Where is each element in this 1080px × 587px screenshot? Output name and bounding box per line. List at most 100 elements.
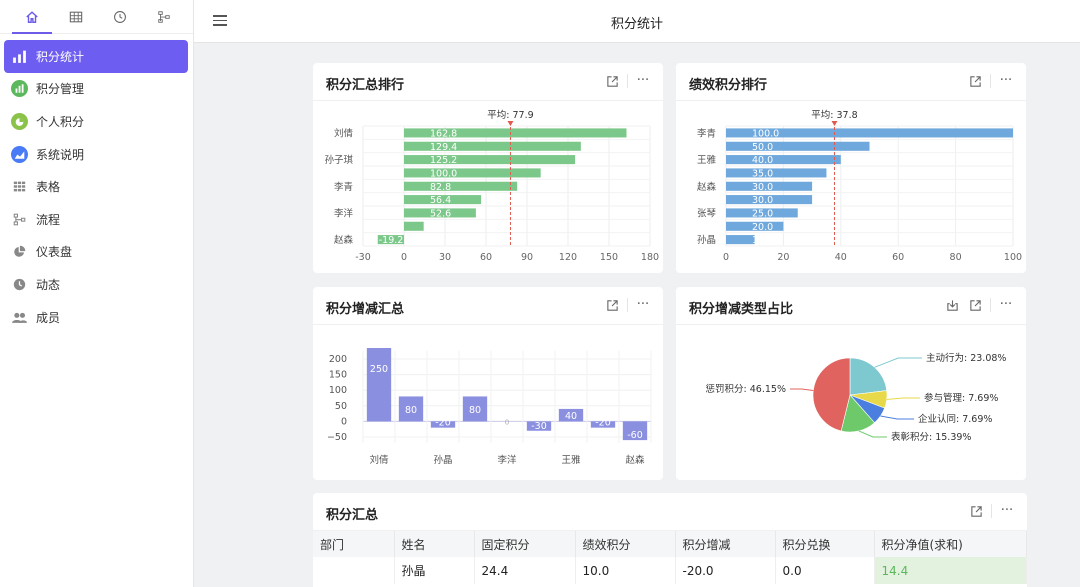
x-tick-label: 90 [521,252,533,263]
table-row[interactable]: 孙晶 24.4 10.0 -20.0 0.0 14.4 [313,557,1027,584]
y-tick-label: 150 [329,370,347,381]
pie-icon [11,243,28,260]
x-tick-label: 120 [559,252,577,263]
card-header: 积分增减类型占比 ··· [676,287,1026,325]
x-tick-label: 180 [641,252,659,263]
divider [991,504,992,518]
more-options-button[interactable]: ··· [999,503,1015,519]
sidebar-item-label: 动态 [36,277,61,292]
table-cell: -20.0 [675,557,776,584]
bar [366,348,392,422]
card-title: 积分汇总 [326,508,379,523]
sidebar-item-process[interactable]: 流程 [4,203,188,236]
sidebar-item-table[interactable]: 表格 [4,170,188,203]
tab-table[interactable] [54,0,98,34]
divider [627,298,628,312]
bar-value-label: 30.0 [752,195,773,206]
download-button[interactable] [944,297,960,313]
table-cell: 孙晶 [394,557,475,584]
x-tick-label: 30 [439,252,451,263]
pie-label-line [790,388,814,392]
bar-value-label: 80 [469,405,481,416]
more-options-button[interactable]: ··· [635,73,651,89]
sidebar-item-system-guide[interactable]: 系统说明 [4,138,188,171]
y-category-label: 王雅 [697,154,717,166]
external-link-icon [969,75,981,87]
divider [627,74,628,88]
y-tick-label: 100 [329,385,347,396]
open-external-button[interactable] [967,73,983,89]
bar-value-label: 250 [370,364,388,375]
x-tick-label: 150 [600,252,618,263]
bar-value-label: 35.0 [752,168,773,179]
y-category-label: 张琴 [697,208,717,219]
column-header[interactable]: 积分增减 [675,531,776,557]
column-header[interactable]: 积分净值(求和) [874,531,1027,557]
external-link-icon [606,75,618,87]
pie-slice [849,357,888,396]
column-header[interactable]: 部门 [313,531,395,557]
sidebar-item-members[interactable]: 成员 [4,301,188,334]
more-options-button[interactable]: ··· [635,297,651,313]
pie-label-line [880,415,914,420]
x-tick-label: 100 [1004,252,1022,263]
performance-card: 绩效积分排行 ··· 0 20 40 60 80 100 100.0 李青 50.0 40.0 王雅… [676,63,1026,273]
column-header[interactable]: 姓名 [394,531,475,557]
bar-value-label: -60 [627,430,643,441]
pie-circle-icon [11,112,28,130]
bar-value-label: 14.4 [430,222,451,233]
open-external-button[interactable] [968,503,984,519]
sidebar-item-activity[interactable]: 动态 [4,268,188,301]
card-title: 积分增减汇总 [326,302,405,317]
more-options-button[interactable]: ··· [998,297,1014,313]
bar-value-label: 40 [565,411,577,422]
bar [404,168,541,178]
card-header: 绩效积分排行 ··· [676,63,1026,101]
open-external-button[interactable] [967,297,983,313]
clock-icon [114,10,126,23]
y-tick-label: −50 [327,432,347,443]
column-header[interactable]: 固定积分 [474,531,576,557]
bar [404,221,424,231]
average-marker [507,121,514,126]
grid-icon [11,178,28,195]
external-link-icon [969,299,981,311]
more-options-button[interactable]: ··· [998,73,1014,89]
table-cell [313,557,395,584]
open-external-button[interactable] [604,73,620,89]
sidebar-item-points-manage[interactable]: 积分管理 [4,73,188,106]
clock-icon [11,276,28,293]
pie-label-line [886,397,920,400]
x-category-label: 王雅 [561,454,581,466]
page-title: 积分统计 [610,17,663,32]
sidebar-tabs [0,0,193,34]
type-share-card: 积分增减类型占比 ··· 主动行为: 23.08% 参与管理: 7.69% 企业认同… [676,287,1026,480]
area-chart-icon [11,145,28,163]
card-tools: ··· [597,73,651,89]
bar [726,168,827,178]
tab-home[interactable] [10,0,54,34]
open-external-button[interactable] [604,297,620,313]
table-cell: 10.0 [575,557,676,584]
download-icon [946,299,958,311]
sidebar-item-points-stats[interactable]: 积分统计 [4,40,188,73]
card-tools: ··· [960,73,1014,89]
y-tick-label: 200 [329,354,347,365]
column-header[interactable]: 绩效积分 [575,531,676,557]
average-marker [831,121,838,126]
sidebar-item-personal-points[interactable]: 个人积分 [4,105,188,138]
x-category-label: 赵森 [625,454,645,466]
y-category-label: 孙子琪 [324,154,353,166]
bar [726,141,870,151]
top-header: 积分统计 [194,0,1080,43]
tab-flow[interactable] [142,0,186,34]
tab-clock[interactable] [98,0,142,34]
bar-value-label: 30.0 [752,182,773,193]
divider [990,74,991,88]
x-tick-label: 0 [401,252,407,263]
sidebar-item-label: 表格 [36,180,61,195]
bar-value-label: 129.4 [430,142,457,153]
summary-table: 部门 姓名 固定积分 绩效积分 积分增减 积分兑换 积分净值(求和) 孙晶 24… [313,531,1027,584]
column-header[interactable]: 积分兑换 [775,531,875,557]
sidebar-item-dashboard[interactable]: 仪表盘 [4,236,188,269]
